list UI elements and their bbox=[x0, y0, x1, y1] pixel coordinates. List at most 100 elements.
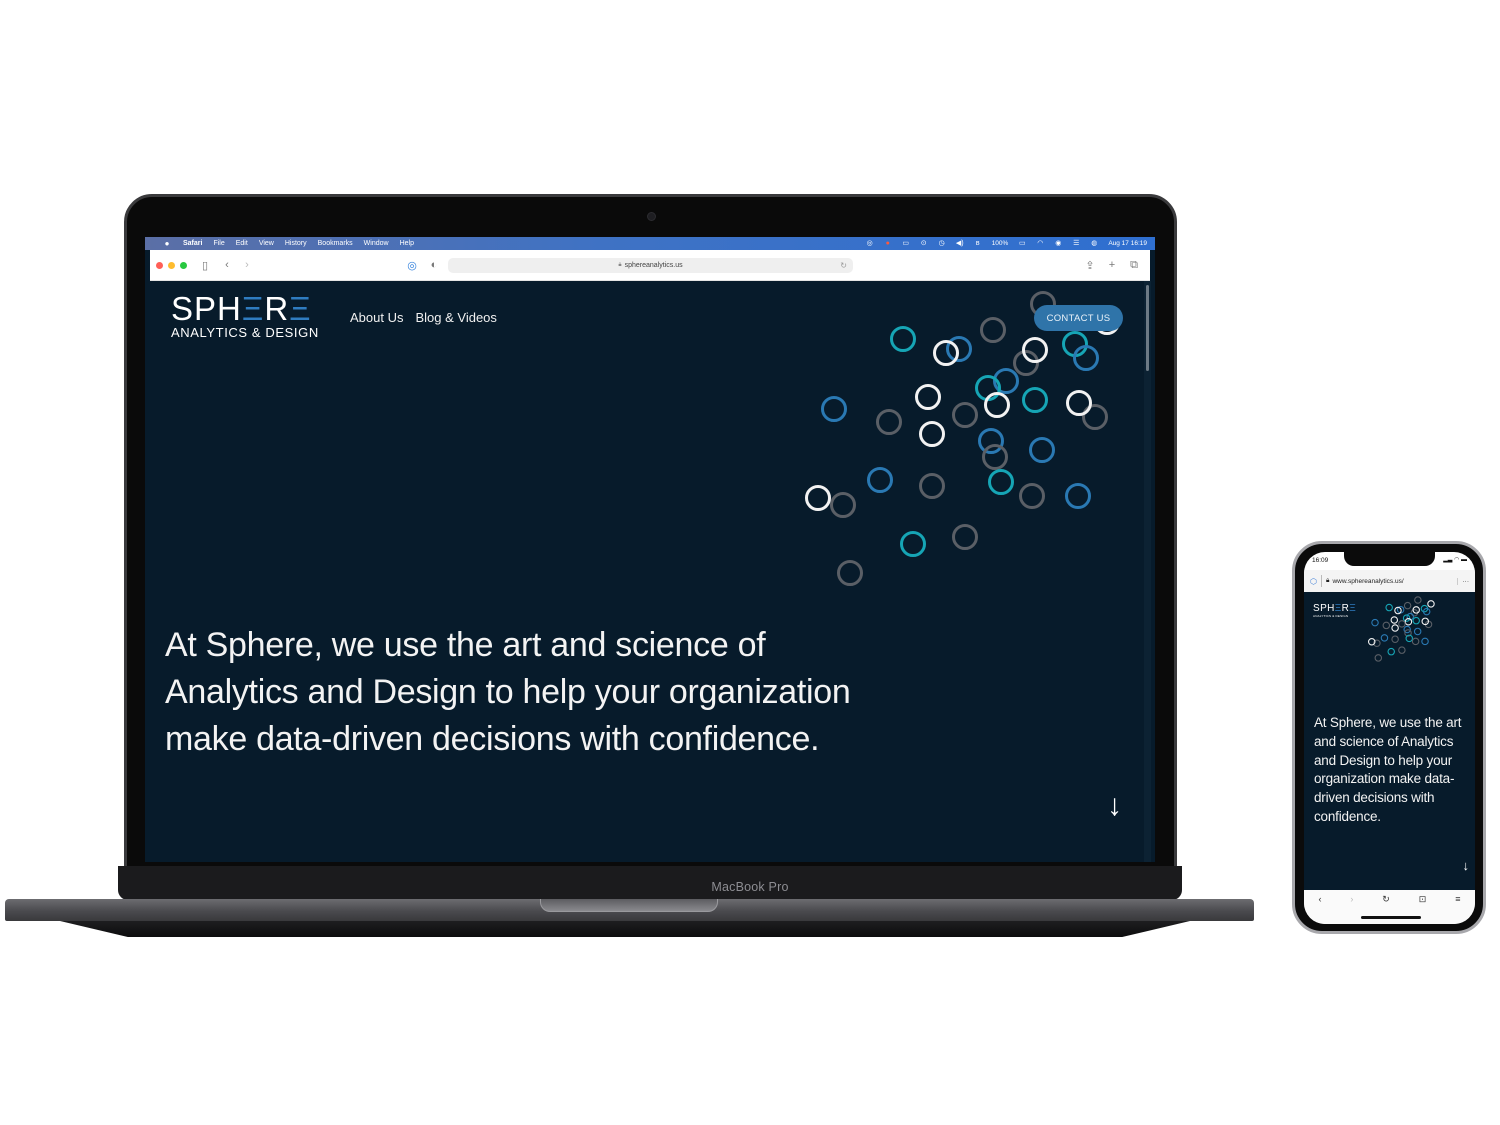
display-icon[interactable]: ▭ bbox=[902, 240, 910, 247]
decor-circle-white bbox=[915, 384, 941, 410]
phone-back-icon[interactable]: ‹ bbox=[1318, 894, 1321, 904]
decor-circle-white bbox=[805, 485, 831, 511]
phone-signal-wifi-battery-icon: ▂▃ ◠ ▬ bbox=[1443, 557, 1467, 563]
phone-decor-circle-grey bbox=[1411, 637, 1420, 646]
phone-logo-wordmark: SPHΞRΞ bbox=[1313, 604, 1356, 614]
decor-circle-grey bbox=[952, 402, 978, 428]
zoom-window-button[interactable] bbox=[180, 261, 187, 269]
decor-circle-teal bbox=[1022, 387, 1048, 413]
decor-circle-blue bbox=[978, 428, 1004, 454]
record-icon[interactable]: ⊙ bbox=[920, 240, 928, 247]
phone-decor-circle-blue bbox=[1413, 627, 1422, 636]
lock-icon: 🔒︎ bbox=[1325, 577, 1330, 584]
menu-safari[interactable]: Safari bbox=[183, 240, 202, 247]
phone-website-hero: SPHΞRΞ ANALYTICS & DESIGN At Sphere, we … bbox=[1304, 592, 1475, 890]
safari-toolbar: ▯ ‹ › ◎ ◐ 🔒︎ sphereanalytics.us ↻ ⇪ + ⧉ bbox=[150, 250, 1150, 281]
battery-icon[interactable]: ▭ bbox=[1018, 240, 1026, 247]
menu-window[interactable]: Window bbox=[364, 240, 389, 247]
decor-circle-teal bbox=[988, 469, 1014, 495]
decor-circle-grey bbox=[1019, 483, 1045, 509]
apple-menu-icon[interactable]: ● bbox=[159, 239, 175, 248]
more-menu-icon[interactable]: ··· bbox=[1456, 577, 1469, 585]
phone-url-text: www.sphereanalytics.us/ bbox=[1332, 577, 1404, 585]
phone-address-bar[interactable]: ⬡ 🔒︎ www.sphereanalytics.us/ ··· bbox=[1304, 570, 1475, 592]
siri-icon[interactable]: ◍ bbox=[1090, 240, 1098, 247]
decor-circle-grey bbox=[837, 560, 863, 586]
decor-circle-grey bbox=[982, 444, 1008, 470]
scroll-down-arrow-icon[interactable]: ↓ bbox=[1107, 789, 1122, 823]
close-window-button[interactable] bbox=[156, 261, 163, 269]
phone-status-bar: 16:09 ▂▃ ◠ ▬ bbox=[1304, 552, 1475, 570]
phone-decor-circle-grey bbox=[1391, 635, 1399, 643]
decor-circle-blue bbox=[946, 336, 972, 362]
volume-icon[interactable]: ◀) bbox=[956, 240, 964, 247]
phone-tabs-icon[interactable]: ⊡ bbox=[1419, 894, 1427, 905]
lock-icon: 🔒︎ bbox=[618, 262, 622, 268]
phone-hero-headline: At Sphere, we use the art and science of… bbox=[1314, 715, 1462, 824]
shield-icon[interactable]: ⬡ bbox=[1310, 577, 1317, 586]
back-icon[interactable]: ‹ bbox=[219, 259, 235, 271]
menu-view[interactable]: View bbox=[259, 240, 274, 247]
address-bar[interactable]: 🔒︎ sphereanalytics.us ↻ bbox=[448, 258, 853, 273]
phone-screen: 16:09 ▂▃ ◠ ▬ ⬡ 🔒︎ www.sphereanalytics.us… bbox=[1304, 552, 1475, 924]
phone-decor-circle-blue bbox=[1421, 637, 1429, 646]
menu-help[interactable]: Help bbox=[400, 240, 414, 247]
decor-circle-teal bbox=[900, 531, 926, 557]
decor-circle-blue bbox=[867, 467, 893, 493]
reload-icon[interactable]: ↻ bbox=[840, 261, 847, 270]
minimize-window-button[interactable] bbox=[168, 261, 175, 269]
share-icon[interactable]: ⇪ bbox=[1082, 259, 1098, 272]
bluetooth-icon[interactable]: ʙ bbox=[974, 240, 982, 247]
macbook-pro-label: MacBook Pro bbox=[711, 880, 789, 894]
user-icon[interactable]: ◉ bbox=[1054, 240, 1062, 247]
scrollbar-thumb[interactable] bbox=[1146, 285, 1149, 371]
macos-menu-bar: ● Safari File Edit View History Bookmark… bbox=[145, 237, 1155, 250]
phone-reload-icon[interactable]: ↻ bbox=[1382, 894, 1390, 905]
phone-decor-circle-grey bbox=[1374, 654, 1383, 662]
phone-decor-circle-teal bbox=[1412, 616, 1420, 625]
menu-bar-clock[interactable]: Aug 17 16:19 bbox=[1108, 240, 1147, 247]
phone-decor-circle-grey bbox=[1382, 621, 1391, 630]
decor-circle-white bbox=[1066, 390, 1092, 416]
decor-circle-grey bbox=[980, 317, 1006, 343]
password-icon[interactable]: ◎ bbox=[404, 259, 420, 272]
phone-decor-circle-grey bbox=[1414, 596, 1422, 604]
website-hero: SPHΞRΞ ANALYTICS & DESIGN About Us Blog … bbox=[145, 281, 1155, 862]
sidebar-icon[interactable]: ▯ bbox=[197, 259, 213, 272]
laptop-lid-notch bbox=[540, 899, 718, 912]
phone-decor-circle-blue bbox=[1371, 618, 1379, 627]
privacy-shield-icon[interactable]: ◐ bbox=[426, 259, 442, 271]
new-tab-icon[interactable]: + bbox=[1104, 259, 1120, 271]
phone-scroll-down-arrow-icon[interactable]: ↓ bbox=[1463, 858, 1470, 873]
phone-decor-circle-teal bbox=[1387, 647, 1395, 656]
control-center-icon[interactable]: ☰ bbox=[1072, 240, 1080, 247]
decorative-circle-cluster bbox=[805, 291, 1120, 586]
divider bbox=[1320, 575, 1322, 587]
decor-circle-blue bbox=[1065, 483, 1091, 509]
notification-app-icon[interactable]: ● bbox=[884, 240, 892, 247]
camera-icon bbox=[647, 212, 656, 221]
menu-bar-status-area: ◎ ● ▭ ⊙ ◷ ◀) ʙ 100% ▭ ◠ ◉ ☰ ◍ Aug 17 16:… bbox=[866, 240, 1155, 247]
menu-bookmarks[interactable]: Bookmarks bbox=[318, 240, 353, 247]
laptop-screen: ● Safari File Edit View History Bookmark… bbox=[145, 237, 1155, 862]
time-machine-icon[interactable]: ◷ bbox=[938, 240, 946, 247]
logo-accent-e: Ξ bbox=[1349, 603, 1357, 614]
forward-icon[interactable]: › bbox=[239, 259, 255, 271]
phone-decor-circle-blue bbox=[1380, 634, 1389, 642]
menu-history[interactable]: History bbox=[285, 240, 307, 247]
laptop-base-bottom bbox=[60, 921, 1190, 937]
contact-us-button[interactable]: CONTACT US bbox=[1034, 305, 1123, 331]
tabs-overview-icon[interactable]: ⧉ bbox=[1126, 259, 1142, 272]
phone-decor-circle-white bbox=[1391, 624, 1399, 632]
phone-site-logo[interactable]: SPHΞRΞ ANALYTICS & DESIGN bbox=[1313, 604, 1356, 619]
phone-clock: 16:09 bbox=[1312, 557, 1329, 564]
phone-notch bbox=[1344, 552, 1435, 566]
menu-edit[interactable]: Edit bbox=[236, 240, 248, 247]
phone-forward-icon[interactable]: › bbox=[1350, 894, 1353, 904]
hero-headline: At Sphere, we use the art and science of… bbox=[165, 626, 851, 758]
menu-file[interactable]: File bbox=[213, 240, 224, 247]
wifi-icon[interactable]: ◠ bbox=[1036, 240, 1044, 247]
phone-decor-circle-white bbox=[1427, 600, 1435, 608]
password-manager-icon[interactable]: ◎ bbox=[866, 240, 874, 247]
phone-menu-icon[interactable]: ≡ bbox=[1455, 894, 1460, 904]
